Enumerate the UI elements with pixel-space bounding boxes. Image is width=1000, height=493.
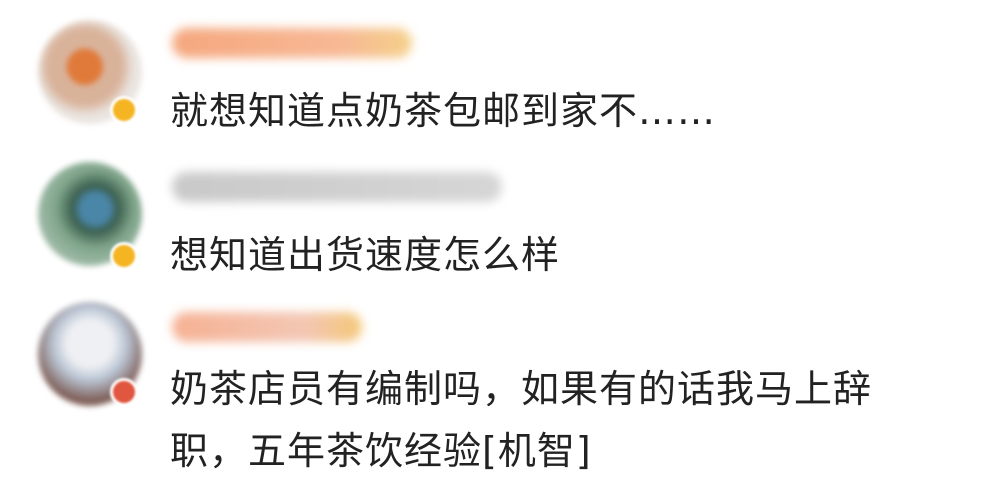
comment-text-line-2: 职，五年茶饮经验[机智] <box>170 429 592 473</box>
username-redacted[interactable] <box>172 28 412 58</box>
comment-item: 奶茶店员有编制吗，如果有的话我马上辞 职，五年茶饮经验[机智] <box>0 290 1000 493</box>
username-redacted[interactable] <box>172 312 362 342</box>
comment-text-line-1: 奶茶店员有编制吗，如果有的话我马上辞 <box>170 367 873 411</box>
verified-badge-icon <box>110 242 138 270</box>
username-redacted[interactable] <box>172 172 502 202</box>
comment-item: 就想知道点奶茶包邮到家不…… <box>0 0 1000 150</box>
comment-text: 就想知道点奶茶包邮到家不…… <box>170 89 717 133</box>
comment-text: 想知道出货速度怎么样 <box>170 233 561 277</box>
level-badge-icon <box>110 378 138 406</box>
verified-badge-icon <box>110 96 138 124</box>
comment-item: 想知道出货速度怎么样 <box>0 150 1000 290</box>
